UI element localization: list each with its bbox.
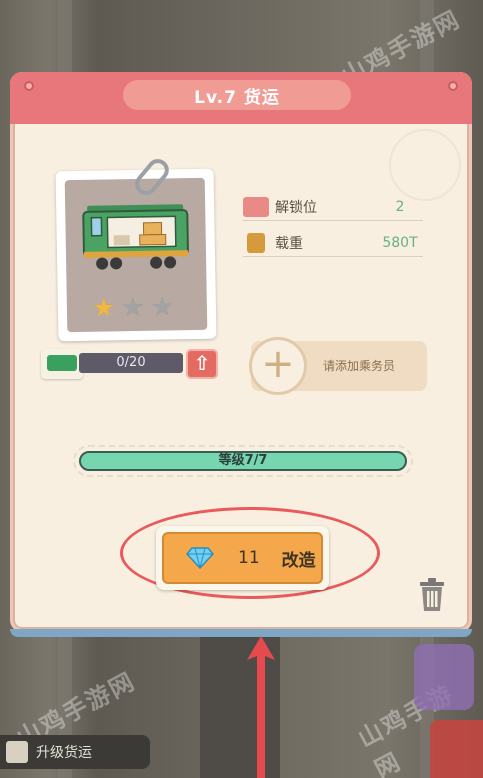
stat-row-load: 载重 580T <box>243 229 423 257</box>
unlock-slot-icon <box>243 196 269 217</box>
star-empty-icon: ★ <box>150 292 175 323</box>
stat-value: 2 <box>377 193 423 221</box>
level-bar: 等级7/7 <box>73 445 413 477</box>
header-rivet-icon <box>24 81 34 91</box>
stamp-decoration-icon <box>389 129 461 201</box>
dialog-title: Lv.7 货运 <box>123 80 351 110</box>
upgrade-freight-tab[interactable]: 升级货运 <box>0 735 150 769</box>
train-card-frame: ★ ★ ★ <box>64 177 208 333</box>
modify-label: 改造 <box>281 550 316 571</box>
modify-button-frame: 11 改造 <box>156 526 329 590</box>
train-shard-icon <box>41 349 83 379</box>
stat-value: 580T <box>377 229 423 257</box>
upgrade-freight-label: 升级货运 <box>36 745 92 761</box>
annotation-arrow-icon <box>247 636 275 778</box>
bg-red-button[interactable] <box>430 720 483 778</box>
add-crew-button[interactable]: + 请添加乘务员 <box>249 337 427 395</box>
trash-icon[interactable] <box>417 577 447 613</box>
level-bar-fill: 等级7/7 <box>79 451 407 471</box>
modify-button[interactable]: 11 改造 <box>162 532 323 584</box>
star-rating: ★ ★ ★ <box>91 292 175 324</box>
modify-cost: 11 <box>238 548 260 568</box>
plus-icon: + <box>249 337 307 395</box>
share-button[interactable] <box>414 644 474 710</box>
shard-progress-text: 0/20 <box>79 353 183 373</box>
clipboard-icon <box>6 741 28 763</box>
weight-icon <box>247 232 265 253</box>
dialog-header: Lv.7 货运 <box>10 72 472 124</box>
stat-label: 解锁位 <box>275 199 317 216</box>
diamond-icon <box>186 547 214 569</box>
add-crew-label: 请添加乘务员 <box>323 359 396 373</box>
stat-row-unlock-slots: 解锁位 2 <box>243 193 423 221</box>
star-filled-icon: ★ <box>91 293 116 324</box>
train-card[interactable]: ★ ★ ★ <box>55 168 217 342</box>
upgrade-arrow-button[interactable]: ⇧ <box>186 349 218 379</box>
stat-label: 载重 <box>275 235 303 252</box>
freight-train-icon <box>82 204 189 270</box>
star-empty-icon: ★ <box>120 292 145 324</box>
train-shard-progress: 0/20 ⇧ <box>41 349 218 379</box>
header-rivet-icon <box>448 81 458 91</box>
train-detail-dialog: Lv.7 货运 ★ ★ ★ 解锁位 2 载重 580T 0/20 ⇧ + 请添加… <box>10 72 472 637</box>
